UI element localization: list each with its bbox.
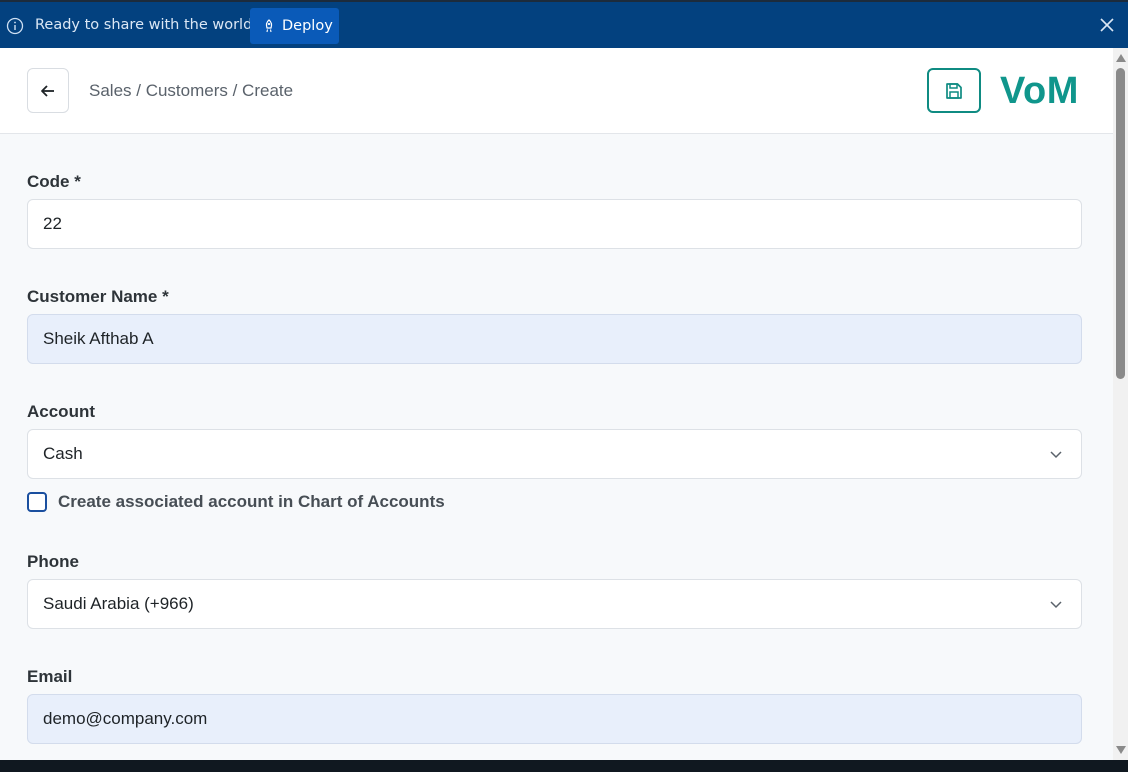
account-value: Cash <box>43 444 83 463</box>
scrollbar[interactable] <box>1113 48 1128 760</box>
phone-country-value: Saudi Arabia (+966) <box>43 594 194 613</box>
chevron-down-icon <box>1050 601 1062 609</box>
page-header: Sales / Customers / Create VoM <box>0 48 1113 134</box>
rocket-icon <box>265 19 273 33</box>
deploy-button[interactable]: Deploy <box>250 8 339 44</box>
customer-name-label: Customer Name * <box>27 287 169 306</box>
account-select[interactable]: Cash <box>27 429 1082 479</box>
email-label: Email <box>27 667 73 686</box>
save-button[interactable] <box>927 68 981 113</box>
create-account-checkbox[interactable] <box>27 492 47 512</box>
email-input[interactable]: demo@company.com <box>27 694 1082 744</box>
deploy-label: Deploy <box>282 18 333 34</box>
info-icon <box>6 17 24 35</box>
app-container: Sales / Customers / Create VoM Code * 22… <box>0 48 1113 760</box>
create-account-checkbox-row[interactable]: Create associated account in Chart of Ac… <box>27 492 445 512</box>
scrollbar-thumb[interactable] <box>1116 68 1125 379</box>
breadcrumb: Sales / Customers / Create <box>89 81 294 100</box>
account-label: Account <box>27 402 95 421</box>
bottom-strip <box>0 760 1128 772</box>
code-label: Code * <box>27 172 81 191</box>
brand-logo: VoM <box>1000 70 1079 112</box>
banner-message: Ready to share with the world? <box>35 17 260 33</box>
save-icon <box>946 82 962 99</box>
create-account-label: Create associated account in Chart of Ac… <box>58 492 445 511</box>
chevron-down-icon <box>1050 451 1062 459</box>
customer-name-input[interactable]: Sheik Afthab A <box>27 314 1082 364</box>
scroll-up-icon[interactable] <box>1116 54 1126 62</box>
phone-country-select[interactable]: Saudi Arabia (+966) <box>27 579 1082 629</box>
scroll-down-icon[interactable] <box>1116 746 1126 754</box>
deploy-banner: Ready to share with the world? Deploy <box>0 0 1128 48</box>
close-icon[interactable] <box>1098 16 1116 34</box>
back-button[interactable] <box>27 68 69 113</box>
arrow-left-icon <box>41 84 54 97</box>
code-input[interactable]: 22 <box>27 199 1082 249</box>
phone-label: Phone <box>27 552 79 571</box>
